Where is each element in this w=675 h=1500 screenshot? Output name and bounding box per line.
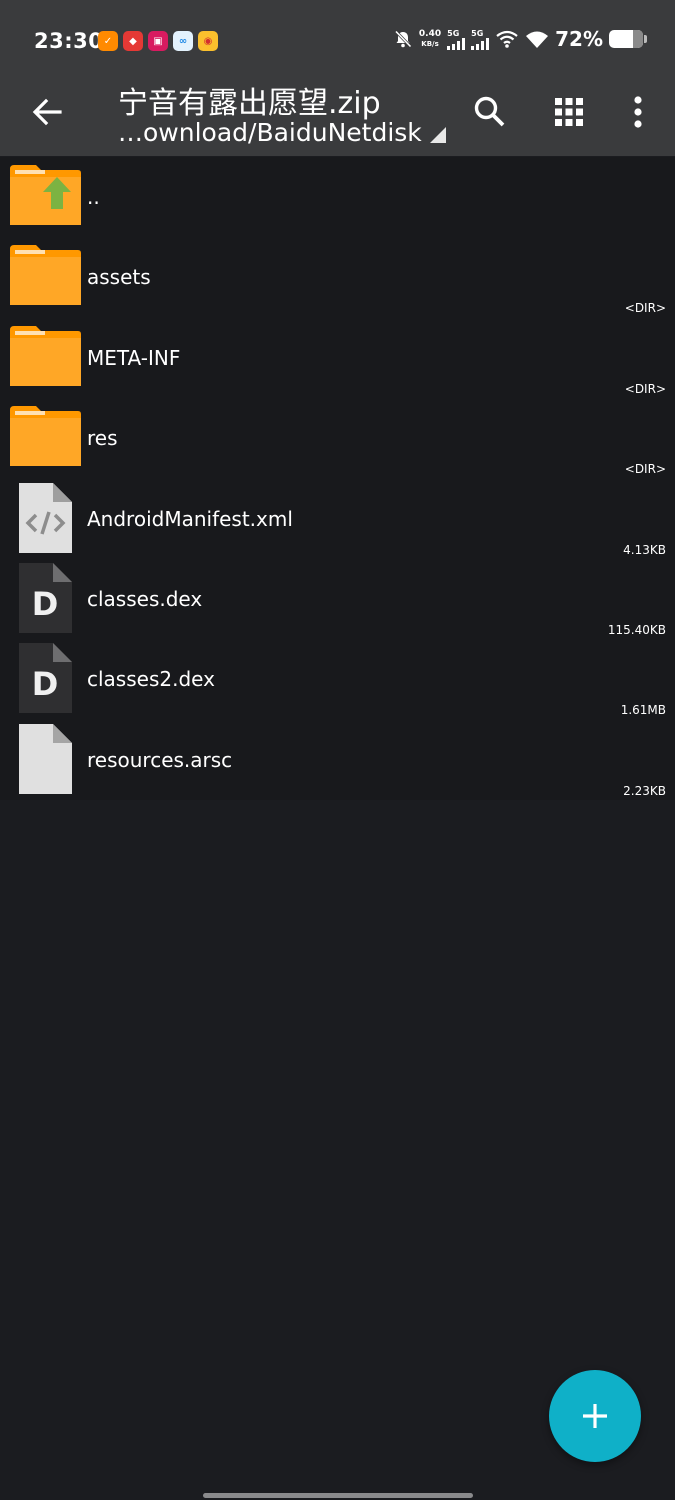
- add-button[interactable]: [549, 1370, 641, 1462]
- arrow-left-icon: [32, 98, 62, 126]
- grid-view-button[interactable]: [547, 90, 591, 134]
- file-row[interactable]: AndroidManifest.xml 4.13KB: [0, 478, 675, 559]
- file-name: classes2.dex: [87, 667, 215, 692]
- file-size: 1.61MB: [620, 703, 666, 718]
- folder-icon: [10, 406, 82, 470]
- home-indicator[interactable]: [203, 1493, 473, 1498]
- file-icon: [10, 723, 82, 794]
- path-dropdown[interactable]: …ownload/BaiduNetdisk: [118, 118, 446, 147]
- sim2-label: 5G: [471, 28, 484, 38]
- net-speed: 0.40 KB/s: [419, 29, 441, 49]
- file-size: <DIR>: [624, 462, 666, 477]
- file-size: <DIR>: [624, 301, 666, 316]
- file-size: 4.13KB: [623, 542, 666, 557]
- wifi-calling-icon: [496, 30, 518, 48]
- file-row[interactable]: Dclasses2.dex 1.61MB: [0, 639, 675, 720]
- sim1-label: 5G: [447, 28, 460, 38]
- file-size: 115.40KB: [607, 622, 666, 637]
- file-row[interactable]: META-INF <DIR>: [0, 317, 675, 399]
- signal-bars-icon: [471, 37, 490, 50]
- folder-icon: [10, 325, 82, 390]
- svg-text:D: D: [32, 665, 59, 703]
- file-list: .. assets <DIR> META-INF <DIR> res <DIR> Androi…: [0, 157, 675, 801]
- more-vert-icon: [634, 96, 642, 128]
- grid-icon: [555, 98, 583, 126]
- parent-folder-icon: [10, 165, 82, 229]
- file-row[interactable]: assets <DIR>: [0, 237, 675, 318]
- search-button[interactable]: [468, 90, 512, 134]
- path-label: …ownload/BaiduNetdisk: [118, 118, 422, 147]
- net-speed-unit: KB/s: [421, 40, 439, 48]
- file-name: META-INF: [87, 345, 181, 370]
- file-name: classes.dex: [87, 586, 203, 611]
- file-row[interactable]: res <DIR>: [0, 398, 675, 479]
- battery-icon: [609, 30, 647, 48]
- file-size: 2.23KB: [623, 783, 666, 798]
- status-time: 23:30: [34, 29, 104, 53]
- file-name: res: [87, 426, 118, 451]
- svg-text:D: D: [32, 585, 59, 623]
- status-right: 0.40 KB/s 5G 5G 72%: [393, 27, 647, 51]
- file-name: ..: [87, 185, 100, 209]
- file-row[interactable]: resources.arsc 2.23KB: [0, 719, 675, 801]
- xml-file-icon: [10, 482, 82, 553]
- baidu-netdisk-icon: ∞: [173, 31, 193, 51]
- battery-percent: 72%: [555, 27, 603, 51]
- app-red-icon: ◆: [123, 31, 143, 51]
- status-bar: 23:30 ✓ ◆ ▣ ∞ ◉ 0.40 KB/s 5G 5G 72%: [0, 0, 675, 80]
- more-options-button[interactable]: [616, 90, 660, 134]
- file-row[interactable]: ..: [0, 157, 675, 238]
- net-speed-value: 0.40: [418, 29, 442, 39]
- file-row[interactable]: Dclasses.dex 115.40KB: [0, 558, 675, 640]
- taobao-icon: ✓: [98, 31, 118, 51]
- plus-icon: [583, 1404, 607, 1428]
- file-name: assets: [87, 265, 151, 290]
- toolbar: 宁音有露出愿望.zip …ownload/BaiduNetdisk: [0, 80, 675, 156]
- folder-icon: [10, 245, 82, 309]
- back-button[interactable]: [28, 92, 68, 132]
- dropdown-triangle-icon: [429, 127, 446, 143]
- search-icon: [474, 96, 505, 127]
- file-size: <DIR>: [624, 381, 666, 396]
- weibo-icon: ◉: [198, 31, 218, 51]
- dex-file-icon: D: [10, 562, 82, 633]
- battery-fill: [633, 30, 643, 48]
- file-name: resources.arsc: [87, 747, 233, 772]
- dex-file-icon: D: [10, 643, 82, 714]
- file-name: AndroidManifest.xml: [87, 506, 293, 531]
- mute-bell-icon: [394, 30, 412, 48]
- taobao-promo-icon: ▣: [148, 31, 168, 51]
- sim2-signal: 5G: [471, 28, 490, 50]
- notification-icons: ✓ ◆ ▣ ∞ ◉: [98, 31, 218, 51]
- sim1-signal: 5G: [447, 28, 466, 50]
- wifi-icon: [526, 31, 549, 48]
- archive-title: 宁音有露出愿望.zip: [118, 86, 381, 121]
- screen: 23:30 ✓ ◆ ▣ ∞ ◉ 0.40 KB/s 5G 5G 72% 宁音有露…: [0, 0, 675, 1500]
- signal-bars-icon: [447, 37, 466, 50]
